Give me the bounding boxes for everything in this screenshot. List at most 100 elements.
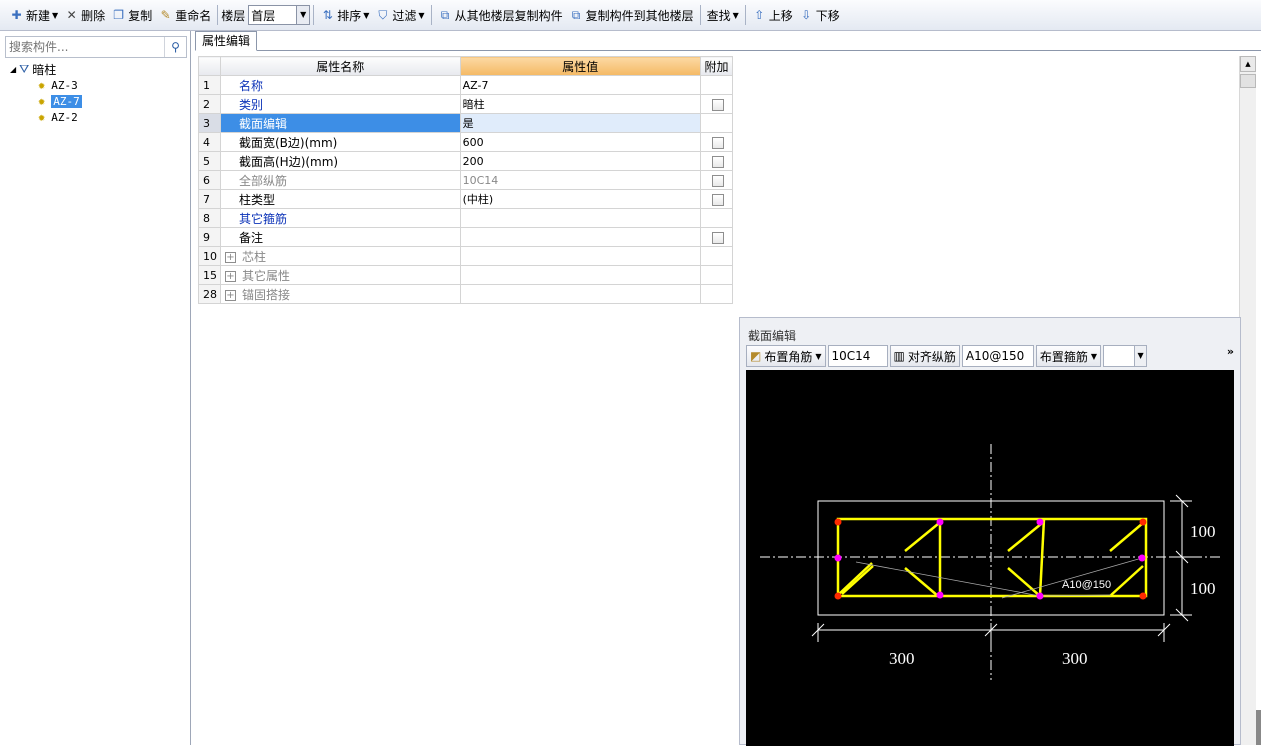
tree-root[interactable]: ◢ ⛛ 暗柱 — [10, 61, 82, 77]
tree-item[interactable]: ✹ AZ-3 — [10, 77, 82, 93]
corner-bar-button[interactable]: ◩ 布置角筋 ▼ — [746, 345, 826, 367]
vertical-scrollbar[interactable]: ▲ — [1239, 56, 1256, 745]
property-row[interactable]: 4 截面宽(B边)(mm) 600 — [198, 132, 734, 152]
property-value-cell[interactable] — [459, 208, 701, 228]
extra-checkbox[interactable] — [711, 98, 724, 111]
copy-from-floor-button[interactable]: ⧉ 从其他楼层复制构件 — [435, 4, 566, 26]
resize-grip[interactable] — [1256, 710, 1261, 745]
property-row[interactable]: 6 全部纵筋 10C14 — [198, 170, 734, 190]
property-value-cell[interactable]: 10C14 — [459, 170, 701, 190]
property-name-cell[interactable]: 类别 — [219, 94, 461, 114]
search-input[interactable] — [6, 38, 164, 56]
extra-cell — [699, 113, 734, 133]
corner-bar-input[interactable]: 10C14 — [827, 345, 888, 367]
property-name-cell[interactable]: 备注 — [219, 227, 461, 247]
stirrup-label: A10@150 — [1062, 579, 1111, 591]
property-name-cell[interactable]: + 锚固搭接 — [219, 284, 461, 304]
property-row[interactable]: 7 柱类型 (中柱) — [198, 189, 734, 209]
extra-checkbox[interactable] — [711, 174, 724, 187]
property-name-cell[interactable]: 截面编辑 — [219, 113, 461, 133]
property-value-cell[interactable]: 是 — [459, 113, 701, 133]
section-drawing[interactable]: A10@150 100 100 300 300 — [746, 370, 1234, 746]
extra-checkbox[interactable] — [711, 136, 724, 149]
delete-button[interactable]: ✕ 删除 — [61, 4, 108, 26]
property-value-cell[interactable] — [459, 265, 701, 285]
property-row[interactable]: 1 名称 AZ-7 — [198, 75, 734, 95]
scroll-up-icon[interactable]: ▲ — [1240, 56, 1256, 72]
property-row[interactable]: 15 + 其它属性 — [198, 265, 734, 285]
section-editor-panel: 截面编辑 ◩ 布置角筋 ▼ 10C14 ▥ 对齐纵筋 A10@150 布置箍筋 ▼ ▼ … — [739, 317, 1241, 746]
property-value-cell[interactable]: 200 — [459, 151, 701, 171]
copy-to-floor-button[interactable]: ⧉ 复制构件到其他楼层 — [566, 4, 697, 26]
filter-button[interactable]: ⛉ 过滤 ▼ — [372, 4, 427, 26]
scroll-thumb[interactable] — [1240, 74, 1256, 88]
copy-from-floor-icon: ⧉ — [440, 8, 450, 22]
row-number: 10 — [198, 246, 221, 266]
search-icon[interactable]: ⚲ — [164, 37, 186, 57]
property-value-cell[interactable]: 暗柱 — [459, 94, 701, 114]
extra-cell — [699, 132, 734, 152]
property-row[interactable]: 10 + 芯柱 — [198, 246, 734, 266]
extra-checkbox[interactable] — [711, 231, 724, 244]
property-value-cell[interactable]: AZ-7 — [459, 75, 701, 95]
property-row[interactable]: 9 备注 — [198, 227, 734, 247]
property-name-cell[interactable]: 截面宽(B边)(mm) — [219, 132, 461, 152]
stirrup-button[interactable]: 布置箍筋 ▼ — [1035, 345, 1102, 367]
more-tools-icon[interactable]: » — [1227, 345, 1234, 358]
tab-property-edit[interactable]: 属性编辑 — [195, 31, 258, 51]
extra-select[interactable]: ▼ — [1103, 345, 1148, 367]
toolbar-separator — [744, 5, 746, 25]
property-name: 名称 — [238, 78, 263, 93]
stirrup-input[interactable]: A10@150 — [961, 345, 1034, 367]
component-tree-panel: ⚲ ◢ ⛛ 暗柱 ✹AZ-3 ✹AZ-7 ✹AZ-2 — [0, 31, 191, 745]
align-bar-button[interactable]: ▥ 对齐纵筋 — [889, 345, 960, 367]
property-value-cell[interactable]: (中柱) — [459, 189, 701, 209]
rename-button[interactable]: ✎ 重命名 — [155, 4, 214, 26]
property-name: 截面宽(B边)(mm) — [238, 135, 338, 150]
extra-checkbox[interactable] — [711, 155, 724, 168]
extra-checkbox[interactable] — [711, 193, 724, 206]
column-header[interactable]: 属性值 — [459, 56, 701, 76]
property-name: 全部纵筋 — [238, 173, 287, 188]
toolbar-separator — [430, 5, 432, 25]
tree-item[interactable]: ✹ AZ-7 — [10, 93, 82, 109]
row-number: 28 — [198, 284, 221, 304]
property-row[interactable]: 8 其它箍筋 — [198, 208, 734, 228]
property-name-cell[interactable]: 截面高(H边)(mm) — [219, 151, 461, 171]
row-number: 9 — [198, 227, 221, 247]
property-row[interactable]: 5 截面高(H边)(mm) 200 — [198, 151, 734, 171]
sort-button[interactable]: ⇅ 排序 ▼ — [317, 4, 372, 26]
new-button[interactable]: ✚ 新建 ▼ — [6, 4, 61, 26]
extra-cell — [699, 151, 734, 171]
property-name-cell[interactable]: 名称 — [219, 75, 461, 95]
property-name-cell[interactable]: 柱类型 — [219, 189, 461, 209]
floor-select[interactable]: 首层 ▼ — [248, 5, 311, 25]
main-toolbar: ✚ 新建 ▼ ✕ 删除 ❐ 复制 ✎ 重命名 楼层 首层 ▼ ⇅ 排序 ▼ ⛉ 过滤 ▼ ⧉ 从其他楼… — [0, 0, 1261, 31]
property-row[interactable]: 2 类别 暗柱 — [198, 94, 734, 114]
expand-icon[interactable]: + — [224, 270, 236, 282]
property-value-cell[interactable] — [459, 284, 701, 304]
column-header[interactable]: 附加 — [699, 56, 734, 76]
find-button[interactable]: 查找 ▼ — [704, 4, 742, 26]
property-row[interactable]: 3 截面编辑 是 — [198, 113, 734, 133]
property-row[interactable]: 28 + 锚固搭接 — [198, 284, 734, 304]
property-name: 截面编辑 — [238, 116, 287, 131]
extra-cell — [699, 265, 734, 285]
move-down-button[interactable]: ⇩ 下移 — [796, 4, 843, 26]
property-name-cell[interactable]: 全部纵筋 — [219, 170, 461, 190]
property-value-cell[interactable] — [459, 227, 701, 247]
collapse-icon[interactable]: ◢ — [10, 65, 16, 74]
copy-button[interactable]: ❐ 复制 — [108, 4, 155, 26]
extra-cell — [699, 227, 734, 247]
property-name-cell[interactable]: 其它箍筋 — [219, 208, 461, 228]
expand-icon[interactable]: + — [224, 251, 236, 263]
property-value-cell[interactable]: 600 — [459, 132, 701, 152]
expand-icon[interactable]: + — [224, 289, 236, 301]
move-up-button[interactable]: ⇧ 上移 — [749, 4, 796, 26]
tree-item[interactable]: ✹ AZ-2 — [10, 109, 82, 125]
extra-cell — [699, 208, 734, 228]
property-name-cell[interactable]: + 其它属性 — [219, 265, 461, 285]
property-name-cell[interactable]: + 芯柱 — [219, 246, 461, 266]
property-value-cell[interactable] — [459, 246, 701, 266]
column-header[interactable]: 属性名称 — [219, 56, 461, 76]
